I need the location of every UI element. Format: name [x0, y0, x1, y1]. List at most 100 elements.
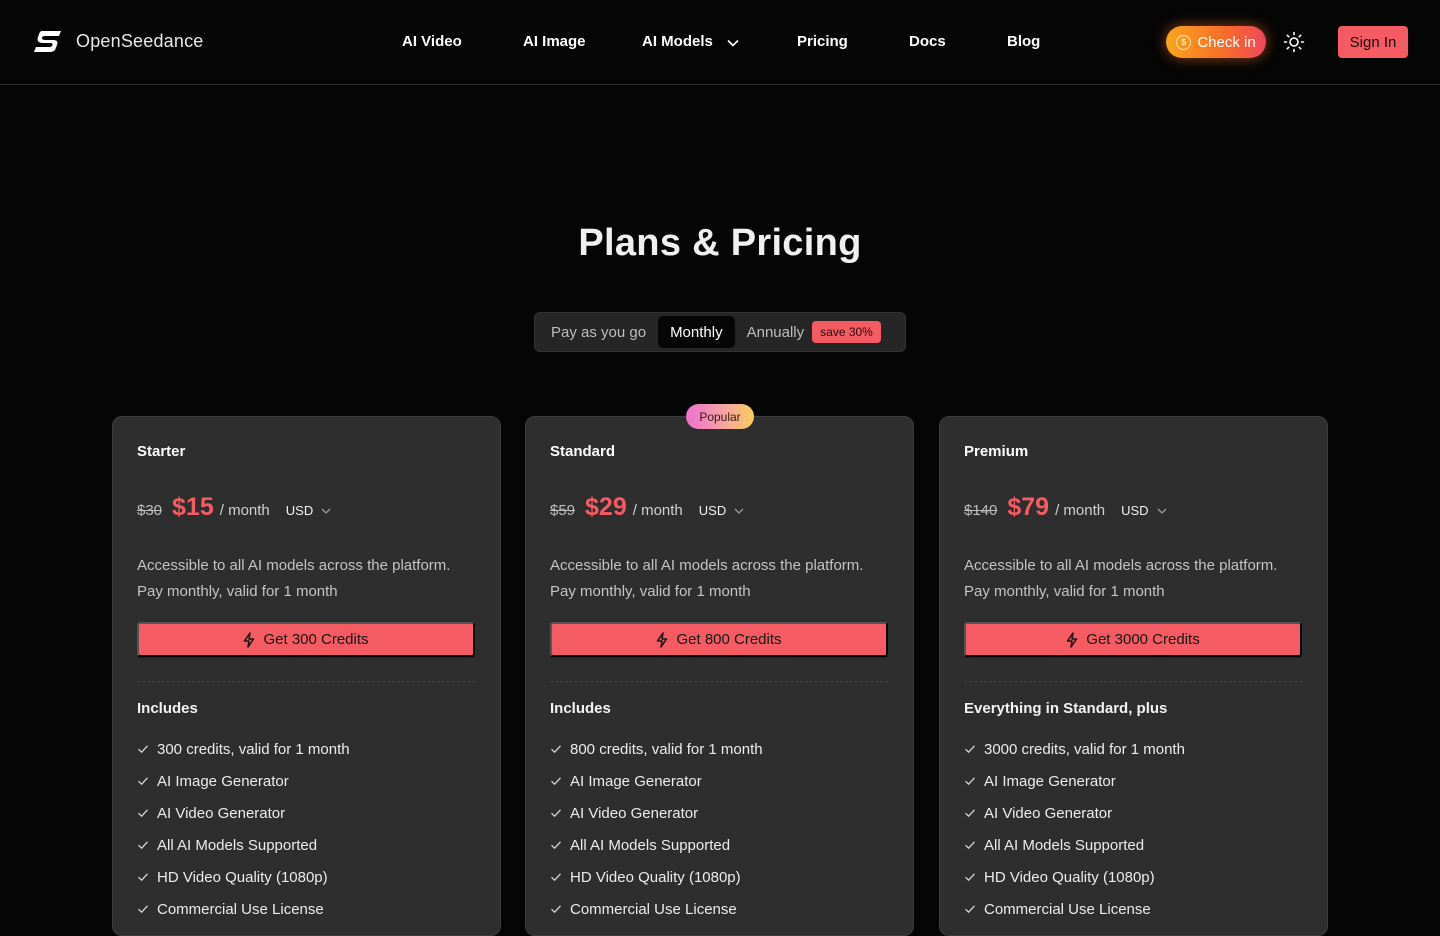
feature-list: 800 credits, valid for 1 month AI Image G…: [550, 733, 763, 925]
plan-card-standard: Standard $59 $29 / month USD Accessible …: [525, 416, 914, 936]
feature-label: All AI Models Supported: [157, 836, 318, 854]
feature-item: 800 credits, valid for 1 month: [550, 733, 763, 765]
sign-in-button[interactable]: Sign In: [1338, 26, 1408, 58]
plan-description: Accessible to all AI models across the p…: [550, 553, 863, 605]
plan-name: Premium: [964, 443, 1029, 460]
plan-description-line: Accessible to all AI models across the p…: [964, 557, 1278, 574]
plan-name: Starter: [137, 443, 186, 460]
check-icon: [138, 873, 148, 882]
check-in-button[interactable]: $ Check in: [1166, 26, 1266, 58]
nav-pricing[interactable]: Pricing: [797, 33, 848, 50]
feature-label: All AI Models Supported: [984, 836, 1145, 854]
feature-item: Commercial Use License: [137, 893, 350, 925]
plan-card-premium: Premium $140 $79 / month USD Accessible …: [939, 416, 1328, 936]
lightning-icon: [244, 631, 255, 648]
old-price: $59: [550, 502, 576, 519]
check-icon: [965, 777, 975, 786]
old-price: $140: [964, 502, 998, 519]
includes-heading: Everything in Standard, plus: [964, 700, 1168, 717]
currency-select[interactable]: USD: [1121, 503, 1167, 518]
currency-select[interactable]: USD: [286, 503, 331, 518]
feature-label: AI Image Generator: [570, 772, 702, 790]
feature-label: Commercial Use License: [157, 900, 324, 918]
check-icon: [551, 777, 561, 786]
lightning-icon: [1067, 631, 1078, 648]
feature-item: AI Video Generator: [964, 797, 1185, 829]
price-row: $30 $15 / month USD: [137, 493, 331, 522]
check-icon: [551, 809, 561, 818]
billing-option-annually-label: Annually: [746, 323, 805, 341]
feature-label: 3000 credits, valid for 1 month: [984, 740, 1185, 758]
chevron-down-icon: [734, 508, 744, 514]
theme-toggle-sun-icon[interactable]: [1282, 30, 1306, 54]
currency-value: USD: [698, 503, 727, 518]
chevron-down-icon: [1157, 508, 1167, 514]
check-icon: [551, 745, 561, 754]
current-price: $15: [172, 493, 214, 521]
price-period: / month: [1055, 502, 1106, 519]
feature-item: Commercial Use License: [964, 893, 1185, 925]
check-icon: [965, 873, 975, 882]
current-price: $79: [1007, 493, 1050, 521]
feature-label: Commercial Use License: [570, 900, 737, 918]
get-credits-label: Get 800 Credits: [676, 631, 782, 648]
feature-item: All AI Models Supported: [550, 829, 763, 861]
feature-item: All AI Models Supported: [964, 829, 1185, 861]
get-credits-button[interactable]: Get 300 Credits: [137, 622, 475, 657]
nav-ai-models[interactable]: AI Models: [642, 33, 739, 51]
price-row: $140 $79 / month USD: [964, 493, 1167, 522]
nav-ai-image[interactable]: AI Image: [523, 33, 586, 50]
check-icon: [965, 841, 975, 850]
feature-label: HD Video Quality (1080p): [570, 868, 741, 886]
billing-option-annually[interactable]: Annually save 30%: [735, 316, 893, 348]
check-icon: [965, 745, 975, 754]
feature-label: AI Video Generator: [157, 804, 286, 822]
check-icon: [551, 873, 561, 882]
nav-ai-video[interactable]: AI Video: [402, 33, 462, 50]
current-price: $29: [585, 493, 627, 521]
plan-description-line: Pay monthly, valid for 1 month: [550, 583, 751, 600]
feature-label: All AI Models Supported: [570, 836, 731, 854]
check-in-label: Check in: [1197, 33, 1256, 51]
billing-option-monthly[interactable]: Monthly: [658, 316, 735, 348]
nav-blog[interactable]: Blog: [1007, 33, 1040, 50]
plan-description-line: Accessible to all AI models across the p…: [137, 557, 451, 574]
check-icon: [551, 905, 561, 914]
check-icon: [138, 905, 148, 914]
feature-label: 300 credits, valid for 1 month: [157, 740, 350, 758]
page-title: Plans & Pricing: [578, 222, 862, 264]
popular-badge: Popular: [686, 404, 754, 429]
nav-docs[interactable]: Docs: [909, 33, 946, 50]
divider: [550, 681, 888, 682]
feature-item: AI Image Generator: [964, 765, 1185, 797]
get-credits-label: Get 300 Credits: [263, 631, 369, 648]
feature-label: HD Video Quality (1080p): [984, 868, 1155, 886]
billing-period-toggle: Pay as you go Monthly Annually save 30%: [534, 312, 906, 352]
lightning-icon: [657, 631, 668, 648]
currency-select[interactable]: USD: [699, 503, 744, 518]
feature-label: 800 credits, valid for 1 month: [570, 740, 763, 758]
check-icon: [138, 745, 148, 754]
plan-description: Accessible to all AI models across the p…: [964, 553, 1277, 605]
get-credits-label: Get 3000 Credits: [1086, 631, 1200, 648]
feature-item: 3000 credits, valid for 1 month: [964, 733, 1185, 765]
get-credits-button[interactable]: Get 800 Credits: [550, 622, 888, 657]
check-icon: [138, 777, 148, 786]
coin-icon: $: [1176, 34, 1192, 50]
feature-item: HD Video Quality (1080p): [137, 861, 350, 893]
get-credits-button[interactable]: Get 3000 Credits: [964, 622, 1302, 657]
feature-label: HD Video Quality (1080p): [157, 868, 328, 886]
chevron-down-icon: [321, 508, 331, 514]
check-icon: [551, 841, 561, 850]
feature-item: AI Image Generator: [137, 765, 350, 797]
check-icon: [138, 809, 148, 818]
save-badge: save 30%: [812, 321, 881, 343]
nav-ai-models-label: AI Models: [642, 33, 713, 50]
plan-name: Standard: [550, 443, 616, 460]
feature-item: HD Video Quality (1080p): [550, 861, 763, 893]
old-price: $30: [137, 502, 163, 519]
billing-option-pay-as-you-go[interactable]: Pay as you go: [539, 316, 658, 348]
price-period: / month: [219, 502, 270, 519]
check-icon: [965, 809, 975, 818]
plan-description-line: Accessible to all AI models across the p…: [550, 557, 864, 574]
